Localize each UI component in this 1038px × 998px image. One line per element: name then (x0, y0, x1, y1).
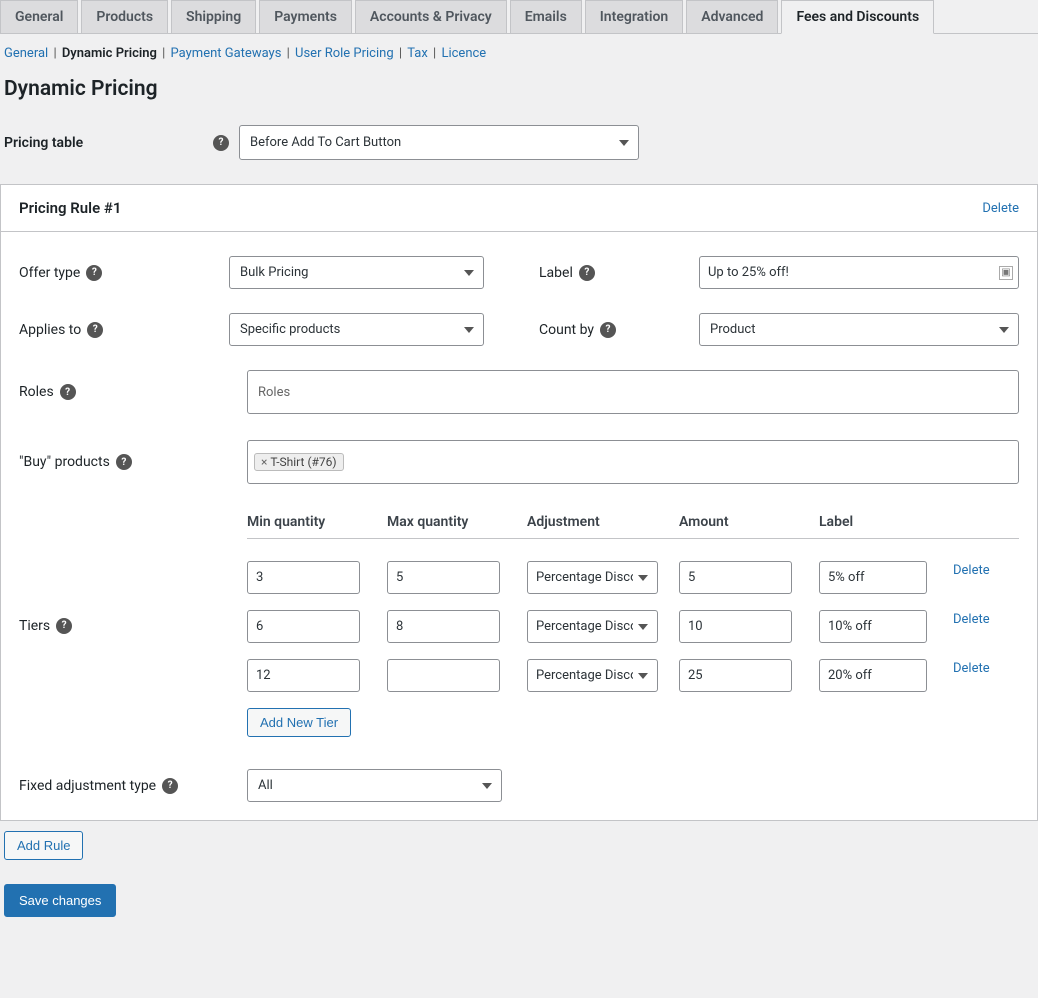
subnav-tax[interactable]: Tax (407, 46, 428, 61)
pricing-table-label-text: Pricing table (4, 135, 83, 151)
main-tab-accounts-privacy[interactable]: Accounts & Privacy (355, 0, 507, 34)
main-tab-fees-and-discounts[interactable]: Fees and Discounts (781, 0, 934, 34)
buy-products-input[interactable]: × T-Shirt (#76) (247, 440, 1019, 484)
input-cap-icon: ▣ (999, 266, 1013, 280)
tier-adjustment-select[interactable]: Percentage Discount (527, 659, 658, 692)
product-tag[interactable]: × T-Shirt (#76) (254, 453, 344, 471)
main-tab-advanced[interactable]: Advanced (686, 0, 778, 34)
help-icon[interactable]: ? (579, 265, 595, 281)
tiers-col-label: Label (819, 514, 939, 530)
tier-row: Percentage Discount Delete (247, 659, 1019, 692)
row-tiers: Tiers ? Min quantity Max quantity Adjust… (19, 514, 1019, 737)
tier-row: Percentage Discount Delete (247, 561, 1019, 594)
tier-max-input[interactable] (387, 561, 500, 594)
tiers-col-max: Max quantity (387, 514, 513, 530)
tiers-col-amount: Amount (679, 514, 805, 530)
subnav-licence[interactable]: Licence (441, 46, 486, 61)
tier-amount-input[interactable] (679, 610, 792, 643)
tier-label-input[interactable] (819, 561, 927, 594)
subnav-user-role-pricing[interactable]: User Role Pricing (295, 46, 394, 61)
tier-row: Percentage Discount Delete (247, 610, 1019, 643)
roles-label: Roles ? (19, 370, 247, 414)
rule-delete-link[interactable]: Delete (982, 201, 1019, 216)
subnav-dynamic-pricing: Dynamic Pricing (62, 46, 157, 61)
offer-type-select[interactable]: Bulk Pricing (229, 256, 484, 289)
product-tag-label: T-Shirt (#76) (270, 455, 336, 469)
label-field-label: Label ? (539, 265, 699, 281)
tier-max-input[interactable] (387, 610, 500, 643)
tier-adjustment-select[interactable]: Percentage Discount (527, 561, 658, 594)
sub-nav: General | Dynamic Pricing | Payment Gate… (0, 34, 1038, 69)
tiers-col-adj: Adjustment (527, 514, 665, 530)
pricing-table-row: Pricing table ? Before Add To Cart Butto… (0, 125, 1038, 160)
applies-to-label: Applies to ? (19, 322, 229, 338)
help-icon[interactable]: ? (213, 135, 229, 151)
row-applies-count: Applies to ? Specific products Count by (19, 313, 1019, 346)
applies-to-select[interactable]: Specific products (229, 313, 484, 346)
label-input[interactable] (699, 256, 1019, 289)
offer-type-label: Offer type ? (19, 265, 229, 281)
save-changes-button[interactable]: Save changes (4, 884, 116, 917)
roles-input[interactable]: Roles (247, 370, 1019, 414)
pricing-rule-panel: Pricing Rule #1 Delete Offer type ? Bulk… (0, 184, 1038, 821)
tier-label-input[interactable] (819, 610, 927, 643)
tier-min-input[interactable] (247, 610, 360, 643)
row-offer-label: Offer type ? Bulk Pricing Label (19, 256, 1019, 289)
main-tab-general[interactable]: General (0, 0, 78, 34)
count-by-label: Count by ? (539, 322, 699, 338)
add-rule-button[interactable]: Add Rule (4, 831, 83, 860)
tiers-header: Min quantity Max quantity Adjustment Amo… (247, 514, 1019, 530)
tier-label-input[interactable] (819, 659, 927, 692)
tier-min-input[interactable] (247, 659, 360, 692)
help-icon[interactable]: ? (600, 322, 616, 338)
tiers-label: Tiers ? (19, 514, 247, 737)
roles-placeholder: Roles (254, 383, 294, 402)
tiers-col-min: Min quantity (247, 514, 373, 530)
help-icon[interactable]: ? (56, 618, 72, 634)
pricing-table-select[interactable]: Before Add To Cart Button (239, 125, 639, 160)
tag-remove-icon[interactable]: × (261, 455, 267, 469)
main-tab-integration[interactable]: Integration (585, 0, 683, 34)
tier-delete-link[interactable]: Delete (953, 561, 1019, 578)
count-by-select[interactable]: Product (699, 313, 1019, 346)
add-tier-button[interactable]: Add New Tier (247, 708, 351, 737)
fixed-adjustment-select[interactable]: All (247, 769, 502, 802)
tier-delete-link[interactable]: Delete (953, 610, 1019, 627)
tier-amount-input[interactable] (679, 561, 792, 594)
subnav-general[interactable]: General (4, 46, 48, 61)
main-tabs: GeneralProductsShippingPaymentsAccounts … (0, 0, 1038, 34)
help-icon[interactable]: ? (87, 322, 103, 338)
help-icon[interactable]: ? (162, 778, 178, 794)
row-buy-products: "Buy" products ? × T-Shirt (#76) (19, 440, 1019, 484)
buy-products-label: "Buy" products ? (19, 440, 247, 484)
tier-adjustment-select[interactable]: Percentage Discount (527, 610, 658, 643)
main-tab-emails[interactable]: Emails (510, 0, 582, 34)
tier-max-input[interactable] (387, 659, 500, 692)
rule-header: Pricing Rule #1 Delete (1, 185, 1037, 232)
help-icon[interactable]: ? (60, 384, 76, 400)
help-icon[interactable]: ? (86, 265, 102, 281)
page-title: Dynamic Pricing (0, 77, 1038, 101)
row-fixed-adjustment: Fixed adjustment type ? All (19, 769, 1019, 802)
tier-min-input[interactable] (247, 561, 360, 594)
help-icon[interactable]: ? (116, 454, 132, 470)
main-tab-payments[interactable]: Payments (259, 0, 352, 34)
fixed-adjustment-label: Fixed adjustment type ? (19, 778, 247, 794)
main-tab-products[interactable]: Products (81, 0, 168, 34)
pricing-table-label: Pricing table ? (4, 135, 229, 151)
rule-title: Pricing Rule #1 (19, 199, 121, 217)
tier-amount-input[interactable] (679, 659, 792, 692)
main-tab-shipping[interactable]: Shipping (171, 0, 256, 34)
tier-delete-link[interactable]: Delete (953, 659, 1019, 676)
row-roles: Roles ? Roles (19, 370, 1019, 414)
subnav-payment-gateways[interactable]: Payment Gateways (171, 46, 282, 61)
pricing-table-select-wrap: Before Add To Cart Button (239, 125, 639, 160)
